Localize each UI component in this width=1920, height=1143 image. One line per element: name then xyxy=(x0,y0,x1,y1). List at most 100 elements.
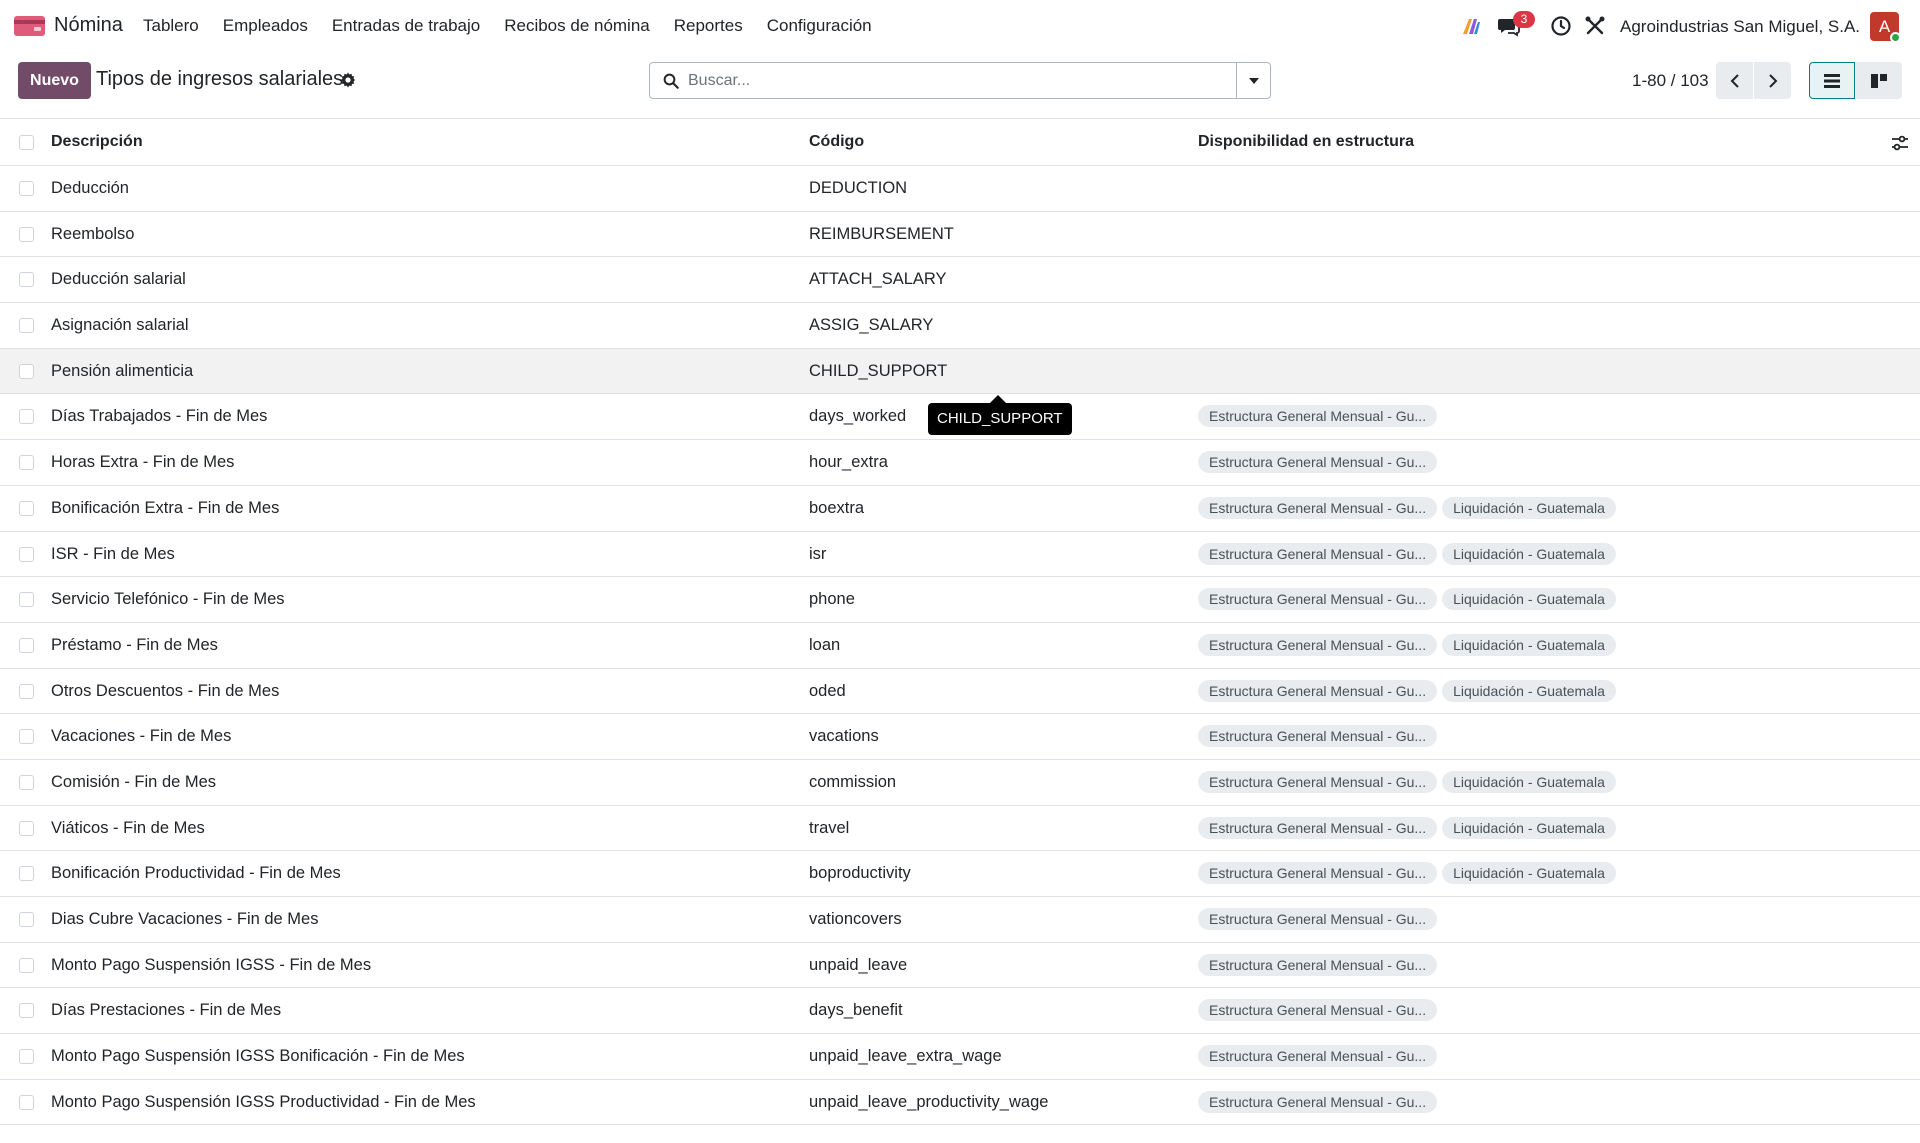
cell-code[interactable]: hour_extra xyxy=(809,453,888,472)
row-checkbox[interactable] xyxy=(19,820,34,836)
cell-description[interactable]: Otros Descuentos - Fin de Mes xyxy=(51,682,279,701)
table-row[interactable]: Monto Pago Suspensión IGSS - Fin de Mes u… xyxy=(0,942,1920,989)
menu-item-configuracion[interactable]: Configuración xyxy=(767,16,872,36)
kanban-view-button[interactable] xyxy=(1856,62,1902,99)
cell-code[interactable]: vationcovers xyxy=(809,910,902,929)
payroll-app-icon[interactable] xyxy=(14,14,45,38)
table-row[interactable]: Deducción salarial ATTACH_SALARY xyxy=(0,257,1920,304)
cell-code[interactable]: loan xyxy=(809,636,840,655)
debug-tools-icon[interactable] xyxy=(1583,14,1607,38)
table-row[interactable]: Días Prestaciones - Fin de Mes days_benef… xyxy=(0,988,1920,1035)
cell-description[interactable]: Vacaciones - Fin de Mes xyxy=(51,727,231,746)
select-all-checkbox[interactable] xyxy=(19,135,34,150)
row-checkbox[interactable] xyxy=(19,912,34,927)
cell-code[interactable]: unpaid_leave xyxy=(809,956,907,975)
cell-description[interactable]: Reembolso xyxy=(51,225,134,244)
pager-previous-button[interactable] xyxy=(1716,62,1753,99)
pager-next-button[interactable] xyxy=(1754,62,1791,99)
menu-item-tablero[interactable]: Tablero xyxy=(143,16,199,36)
row-checkbox[interactable] xyxy=(19,592,34,608)
cell-description[interactable]: Bonificación Extra - Fin de Mes xyxy=(51,499,279,518)
activity-clock-icon[interactable] xyxy=(1549,14,1573,38)
table-row[interactable]: Deducción DEDUCTION xyxy=(0,166,1920,212)
cell-code[interactable]: commission xyxy=(809,773,896,792)
table-row[interactable]: Reembolso REIMBURSEMENT xyxy=(0,211,1920,258)
row-checkbox[interactable] xyxy=(19,866,34,882)
cell-description[interactable]: Horas Extra - Fin de Mes xyxy=(51,453,234,472)
table-row[interactable]: Horas Extra - Fin de Mes hour_extra Estruc… xyxy=(0,440,1920,486)
row-checkbox[interactable] xyxy=(19,455,34,471)
cell-code[interactable]: isr xyxy=(809,545,826,564)
list-view-button[interactable] xyxy=(1809,62,1855,99)
table-row[interactable]: Monto Pago Suspensión IGSS Productividad… xyxy=(0,1079,1920,1126)
row-checkbox[interactable] xyxy=(19,363,34,379)
row-checkbox[interactable] xyxy=(19,1003,34,1019)
cell-description[interactable]: Viáticos - Fin de Mes xyxy=(51,819,205,838)
gear-icon[interactable] xyxy=(339,71,357,89)
cell-code[interactable]: CHILD_SUPPORT xyxy=(809,362,947,381)
table-row[interactable]: Comisión - Fin de Mes commission Estructur… xyxy=(0,759,1920,806)
table-row[interactable]: Bonificación Extra - Fin de Mes boextra Es… xyxy=(0,485,1920,532)
table-row[interactable]: Vacaciones - Fin de Mes vacations Estructu… xyxy=(0,714,1920,760)
search-options-toggle[interactable] xyxy=(1236,63,1270,98)
app-name[interactable]: Nómina xyxy=(54,14,123,37)
cell-description[interactable]: Monto Pago Suspensión IGSS Productividad… xyxy=(51,1093,476,1112)
row-checkbox[interactable] xyxy=(19,546,34,562)
cell-description[interactable]: Deducción xyxy=(51,179,129,198)
row-checkbox[interactable] xyxy=(19,1049,34,1065)
cell-description[interactable]: ISR - Fin de Mes xyxy=(51,545,175,564)
cell-description[interactable]: Monto Pago Suspensión IGSS Bonificación … xyxy=(51,1047,465,1066)
new-button[interactable]: Nuevo xyxy=(18,62,91,99)
menu-item-reportes[interactable]: Reportes xyxy=(674,16,743,36)
row-checkbox[interactable] xyxy=(19,683,34,699)
cell-description[interactable]: Pensión alimenticia xyxy=(51,362,193,381)
cell-code[interactable]: days_benefit xyxy=(809,1001,903,1020)
cell-code[interactable]: oded xyxy=(809,682,846,701)
table-row[interactable]: Viáticos - Fin de Mes travel Estructura Ge… xyxy=(0,805,1920,852)
cell-description[interactable]: Servicio Telefónico - Fin de Mes xyxy=(51,590,285,609)
cell-description[interactable]: Días Prestaciones - Fin de Mes xyxy=(51,1001,281,1020)
table-row[interactable]: Bonificación Productividad - Fin de Mes b… xyxy=(0,851,1920,897)
row-checkbox[interactable] xyxy=(19,272,34,288)
table-row[interactable]: Dias Cubre Vacaciones - Fin de Mes vation… xyxy=(0,897,1920,943)
column-header-description[interactable]: Descripción xyxy=(51,133,143,151)
cell-description[interactable]: Deducción salarial xyxy=(51,270,186,289)
cell-code[interactable]: phone xyxy=(809,590,855,609)
cell-description[interactable]: Asignación salarial xyxy=(51,316,189,335)
cell-code[interactable]: travel xyxy=(809,819,849,838)
cell-code[interactable]: ASSIG_SALARY xyxy=(809,316,933,335)
table-row[interactable]: Préstamo - Fin de Mes loan Estructura Gene… xyxy=(0,622,1920,669)
menu-item-recibos[interactable]: Recibos de nómina xyxy=(504,16,650,36)
row-checkbox[interactable] xyxy=(19,957,34,973)
optional-columns-icon[interactable] xyxy=(1890,133,1910,153)
cell-code[interactable]: REIMBURSEMENT xyxy=(809,225,954,244)
ai-assistant-icon[interactable] xyxy=(1459,14,1483,38)
menu-item-entradas[interactable]: Entradas de trabajo xyxy=(332,16,480,36)
cell-description[interactable]: Comisión - Fin de Mes xyxy=(51,773,216,792)
row-checkbox[interactable] xyxy=(19,318,34,334)
row-checkbox[interactable] xyxy=(19,637,34,653)
cell-description[interactable]: Bonificación Productividad - Fin de Mes xyxy=(51,864,341,883)
table-row[interactable]: Otros Descuentos - Fin de Mes oded Estruct… xyxy=(0,668,1920,715)
row-checkbox[interactable] xyxy=(19,409,34,425)
cell-code[interactable]: boproductivity xyxy=(809,864,911,883)
pager-value[interactable]: 1-80 / 103 xyxy=(1632,71,1709,91)
table-row[interactable]: Pensión alimenticia CHILD_SUPPORT xyxy=(0,348,1920,395)
row-checkbox[interactable] xyxy=(19,500,34,516)
cell-description[interactable]: Dias Cubre Vacaciones - Fin de Mes xyxy=(51,910,318,929)
row-checkbox[interactable] xyxy=(19,729,34,745)
table-row[interactable]: ISR - Fin de Mes isr Estructura General Me… xyxy=(0,531,1920,578)
column-header-structure[interactable]: Disponibilidad en estructura xyxy=(1198,133,1414,151)
cell-code[interactable]: ATTACH_SALARY xyxy=(809,270,947,289)
row-checkbox[interactable] xyxy=(19,181,34,196)
cell-code[interactable]: unpaid_leave_productivity_wage xyxy=(809,1093,1048,1112)
cell-code[interactable]: boextra xyxy=(809,499,864,518)
cell-code[interactable]: unpaid_leave_extra_wage xyxy=(809,1047,1002,1066)
column-header-code[interactable]: Código xyxy=(809,133,864,151)
cell-code[interactable]: DEDUCTION xyxy=(809,179,907,198)
table-row[interactable]: Servicio Telefónico - Fin de Mes phone Est… xyxy=(0,577,1920,623)
cell-code[interactable]: vacations xyxy=(809,727,879,746)
cell-description[interactable]: Días Trabajados - Fin de Mes xyxy=(51,407,267,426)
cell-description[interactable]: Préstamo - Fin de Mes xyxy=(51,636,218,655)
company-switcher[interactable]: Agroindustrias San Miguel, S.A. xyxy=(1620,17,1860,37)
